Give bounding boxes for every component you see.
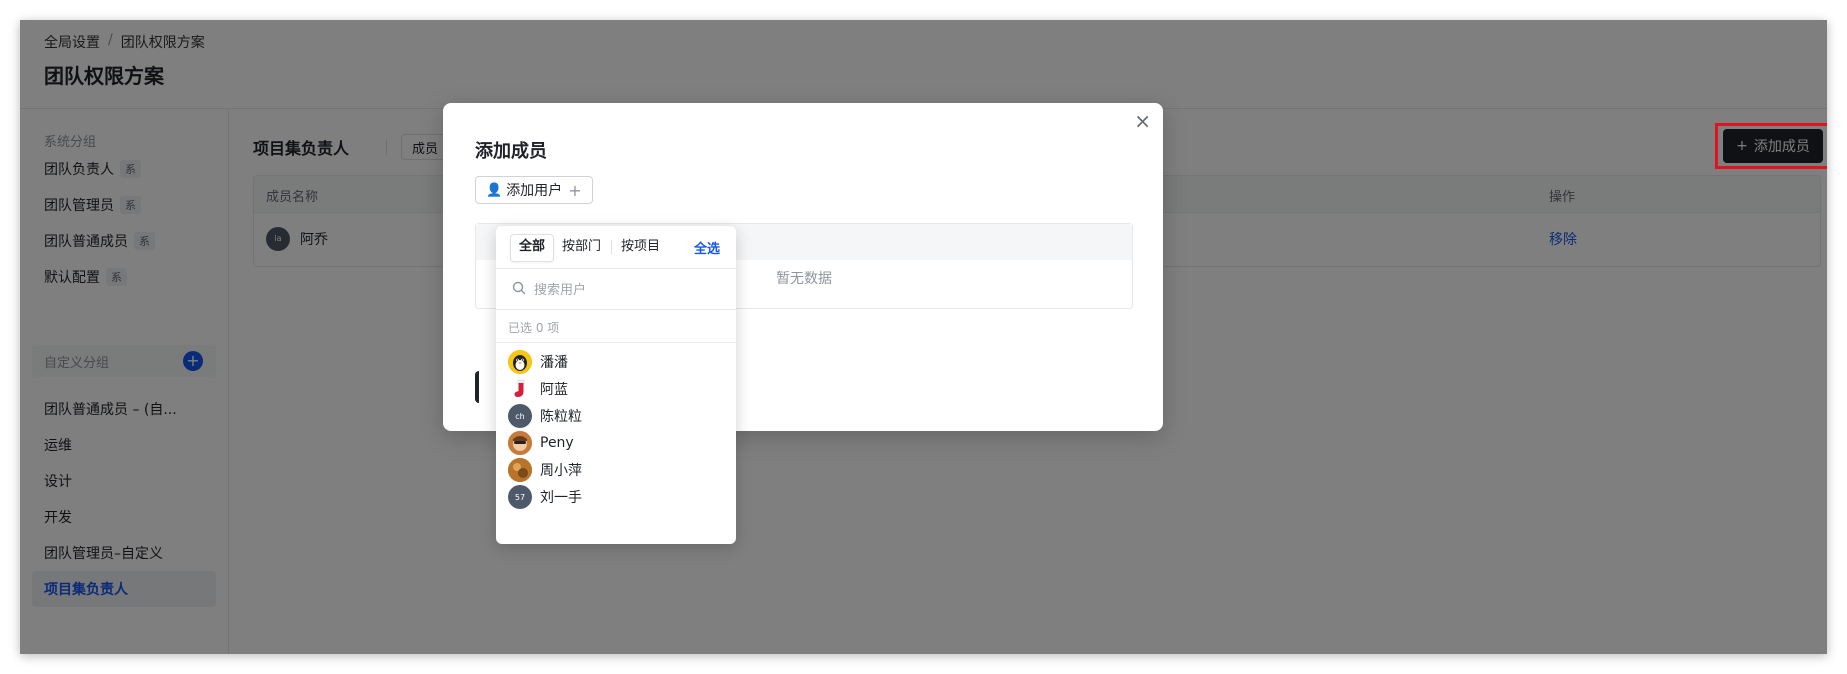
avatar	[508, 377, 532, 401]
stocking-avatar-icon	[514, 379, 525, 397]
plus-icon: +	[568, 180, 582, 200]
photo-avatar-icon	[508, 431, 532, 455]
close-icon[interactable]: ×	[1134, 109, 1151, 133]
confirm-button[interactable]	[475, 371, 479, 403]
avatar	[508, 431, 532, 455]
avatar	[508, 458, 532, 482]
modal-title: 添加成员	[475, 141, 547, 162]
user-name: 阿蓝	[540, 382, 568, 398]
divider	[496, 342, 736, 343]
tab-separator	[611, 240, 612, 254]
user-search	[496, 269, 736, 310]
user-picker-dropdown: 全部 按部门 按项目 全选 已选 0 项	[496, 226, 736, 544]
penguin-avatar-icon	[508, 350, 532, 374]
selected-count: 已选 0 项	[508, 321, 560, 335]
tab-by-project[interactable]: 按项目	[613, 234, 668, 260]
user-name: 陈粒粒	[540, 409, 582, 425]
photo-avatar-icon	[508, 458, 532, 482]
user-option-liuyishou[interactable]: 57 刘一手	[496, 481, 736, 513]
add-user-label: 添加用户	[506, 183, 563, 199]
avatar: 57	[508, 485, 532, 509]
user-name: 周小萍	[540, 463, 582, 479]
user-icon: 👤	[486, 182, 503, 198]
user-name: Peny	[540, 435, 574, 451]
picker-tabs: 全部 按部门 按项目 全选	[496, 226, 736, 269]
highlight-box	[1715, 123, 1827, 169]
search-input[interactable]	[532, 279, 726, 301]
app-window: 全局设置 / 团队权限方案 团队权限方案 系统分组 团队负责人 系 团队管理员 …	[20, 20, 1827, 654]
user-name: 刘一手	[540, 490, 582, 506]
tab-all[interactable]: 全部	[510, 234, 555, 262]
select-all-link[interactable]: 全选	[694, 238, 720, 257]
avatar	[508, 350, 532, 374]
tab-by-department[interactable]: 按部门	[554, 234, 609, 260]
add-user-button[interactable]: 👤 添加用户 +	[475, 176, 593, 204]
search-icon	[512, 281, 526, 295]
user-name: 潘潘	[540, 355, 568, 371]
avatar: ch	[508, 404, 532, 428]
